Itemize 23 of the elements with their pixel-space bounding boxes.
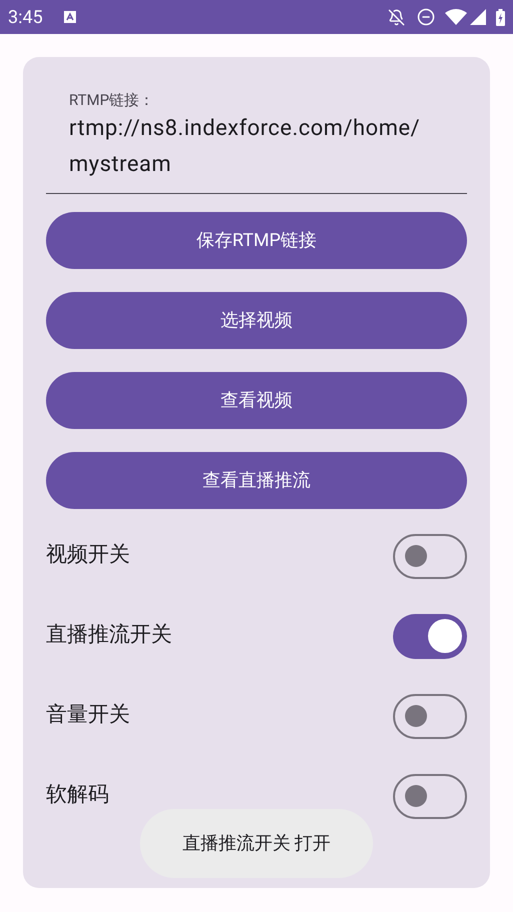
- field-label: RTMP链接：: [69, 91, 156, 109]
- switch-label: 软解码: [46, 782, 109, 810]
- bell-off-icon: [388, 8, 405, 26]
- switch-label: 视频开关: [46, 542, 130, 570]
- wifi-icon: [445, 9, 467, 25]
- battery-charging-icon: [496, 8, 505, 26]
- keyboard-app-icon: [64, 11, 76, 23]
- toggle-switch[interactable]: [393, 774, 467, 818]
- switch-label: 直播推流开关: [46, 622, 172, 650]
- action-button[interactable]: 查看视频: [46, 372, 467, 429]
- action-button[interactable]: 保存RTMP链接: [46, 212, 467, 269]
- action-button[interactable]: 选择视频: [46, 292, 467, 349]
- toggle-switch[interactable]: [393, 694, 467, 738]
- status-time: 3:45: [8, 6, 43, 30]
- toggle-switch[interactable]: [393, 614, 467, 658]
- do-not-disturb-icon: [417, 8, 435, 26]
- switch-label: 音量开关: [46, 702, 130, 730]
- toast-message: 直播推流开关 打开: [140, 809, 373, 878]
- action-button[interactable]: 查看直播推流: [46, 452, 467, 509]
- signal-icon: [470, 9, 486, 25]
- toggle-switch[interactable]: [393, 534, 467, 578]
- rtmp-input-field[interactable]: RTMP链接： rtmp://ns8.indexforce.com/home/mystream: [46, 91, 467, 194]
- field-value: rtmp://ns8.indexforce.com/home/mystream: [69, 115, 422, 179]
